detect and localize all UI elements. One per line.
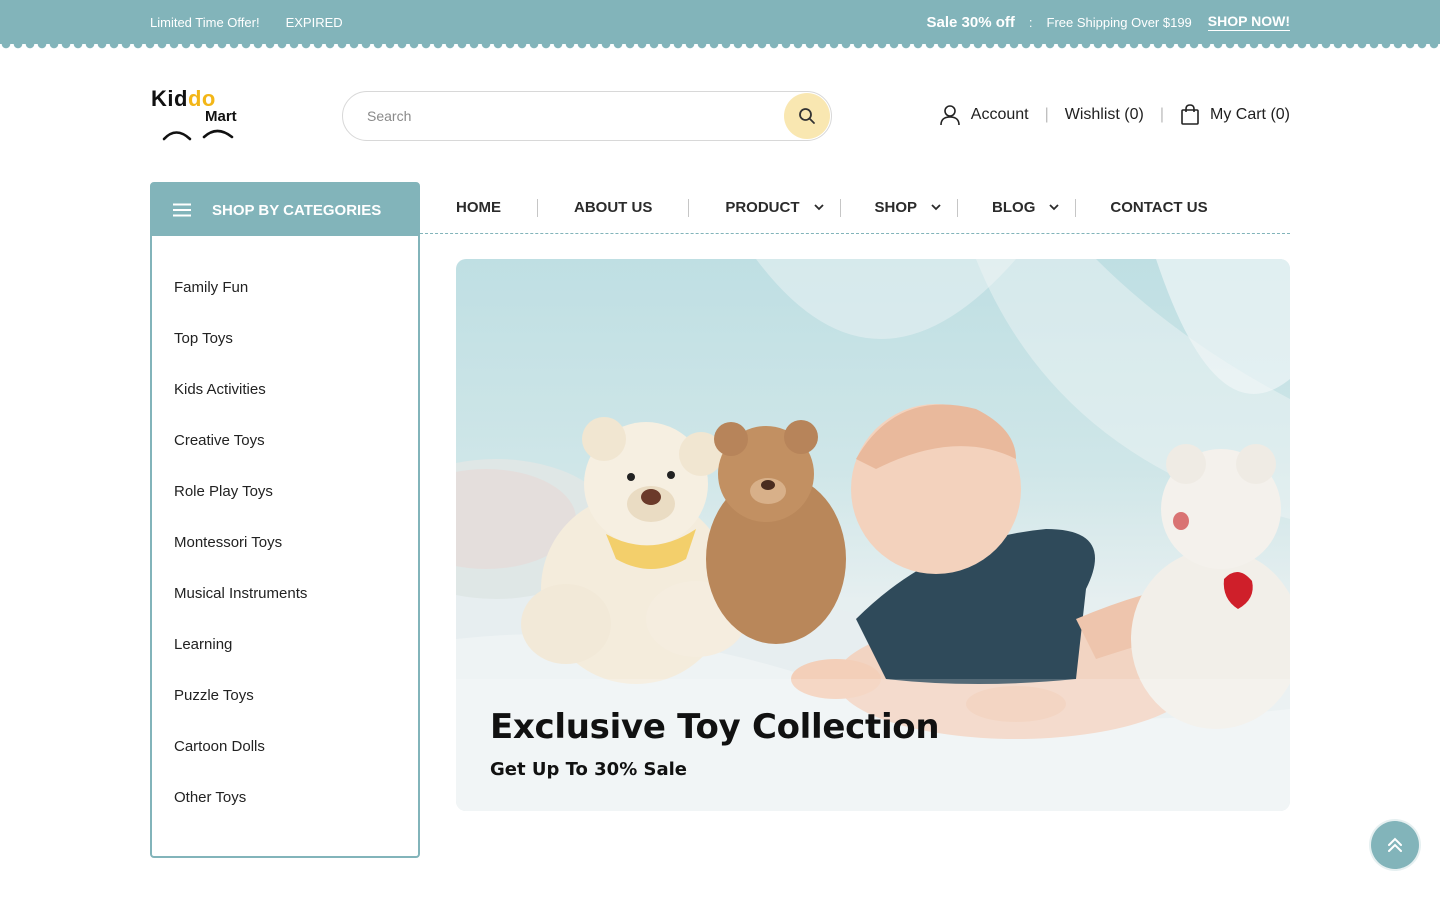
nav-divider [537, 198, 538, 217]
nav-product-label: PRODUCT [725, 199, 800, 216]
hamburger-icon [173, 203, 191, 217]
nav-contact-us[interactable]: CONTACT US [1110, 199, 1207, 216]
category-item-puzzle-toys[interactable]: Puzzle Toys [152, 686, 418, 737]
nav-home-label: HOME [456, 199, 501, 216]
search-icon [799, 108, 815, 124]
hero-banner[interactable]: Exclusive Toy Collection Get Up To 30% S… [456, 259, 1290, 811]
promo-bar: Limited Time Offer! EXPIRED Sale 30% off… [0, 0, 1440, 44]
banner-title: Exclusive Toy Collection [490, 707, 940, 747]
main-nav: HOME ABOUT US PRODUCT SHOP BLOG CONTACT … [420, 182, 1290, 234]
search-input[interactable] [367, 108, 767, 124]
category-item-montessori-toys[interactable]: Montessori Toys [152, 533, 418, 584]
category-toggle[interactable]: SHOP BY CATEGORIES [152, 184, 418, 236]
category-item-learning[interactable]: Learning [152, 635, 418, 686]
divider: | [1159, 106, 1164, 123]
nav-about-us-label: ABOUT US [574, 199, 653, 216]
logo-wordmark-mart: Mart [205, 108, 237, 125]
category-item-cartoon-dolls[interactable]: Cartoon Dolls [152, 737, 418, 788]
category-item-top-toys[interactable]: Top Toys [152, 329, 418, 380]
category-item-kids-activities[interactable]: Kids Activities [152, 380, 418, 431]
double-chevron-up-icon [1388, 837, 1402, 852]
divider: | [1044, 106, 1049, 123]
cart-label: My Cart (0) [1210, 106, 1290, 123]
category-item-family-fun[interactable]: Family Fun [152, 278, 418, 329]
nav-divider [839, 198, 841, 217]
nav-product[interactable]: PRODUCT [725, 199, 824, 216]
search-button[interactable] [784, 93, 830, 139]
site-logo[interactable]: Kiddo Mart [150, 86, 250, 142]
nav-shop[interactable]: SHOP [875, 199, 942, 216]
user-icon [939, 105, 960, 126]
scroll-to-top-button[interactable] [1371, 821, 1419, 869]
nav-home[interactable]: HOME [456, 199, 501, 216]
nav-shop-label: SHOP [874, 199, 918, 216]
banner-subtitle: Get Up To 30% Sale [490, 759, 687, 780]
category-title: SHOP BY CATEGORIES [212, 201, 382, 219]
teddy-bear-brown [706, 420, 846, 644]
account-label: Account [970, 106, 1029, 123]
nav-contact-us-label: CONTACT US [1110, 199, 1208, 216]
cart-link[interactable]: My Cart (0) [1180, 104, 1290, 126]
category-item-other-toys[interactable]: Other Toys [152, 788, 418, 839]
promo-bar-scalloped-edge [0, 44, 1440, 50]
promo-separator: : [1028, 14, 1033, 30]
nav-divider [1075, 198, 1077, 217]
header-links: Account | Wishlist (0) | My Cart (0) [939, 103, 1290, 127]
nav-blog[interactable]: BLOG [992, 199, 1060, 216]
account-link[interactable]: Account [939, 104, 1029, 126]
wishlist-link[interactable]: Wishlist (0) [1065, 106, 1144, 124]
offer-status: EXPIRED [285, 14, 343, 30]
category-item-creative-toys[interactable]: Creative Toys [152, 431, 418, 482]
nav-divider [957, 198, 959, 217]
nav-blog-label: BLOG [992, 199, 1036, 216]
category-list: Family Fun Top Toys Kids Activities Crea… [152, 236, 418, 839]
chevron-down-icon [1049, 204, 1060, 211]
search-bar [342, 91, 832, 141]
wishlist-label: Wishlist (0) [1064, 106, 1144, 123]
shopping-bag-icon [1181, 104, 1199, 125]
logo-smile-icon [162, 129, 234, 141]
category-item-musical-instruments[interactable]: Musical Instruments [152, 584, 418, 635]
offer-label: Limited Time Offer! [150, 14, 260, 30]
shipping-text: Free Shipping Over $199 [1046, 14, 1192, 30]
offer-group: Limited Time Offer! EXPIRED [150, 15, 343, 30]
sale-text: Sale 30% off [926, 13, 1015, 31]
category-item-role-play-toys[interactable]: Role Play Toys [152, 482, 418, 533]
nav-about-us[interactable]: ABOUT US [574, 199, 652, 216]
shipping-group: Sale 30% off : Free Shipping Over $199 S… [927, 13, 1290, 31]
category-sidebar: SHOP BY CATEGORIES Family Fun Top Toys K… [150, 182, 420, 858]
chevron-down-icon [931, 204, 941, 211]
chevron-down-icon [813, 204, 824, 211]
shop-now-link[interactable]: SHOP NOW! [1207, 13, 1290, 31]
nav-divider [688, 198, 690, 217]
